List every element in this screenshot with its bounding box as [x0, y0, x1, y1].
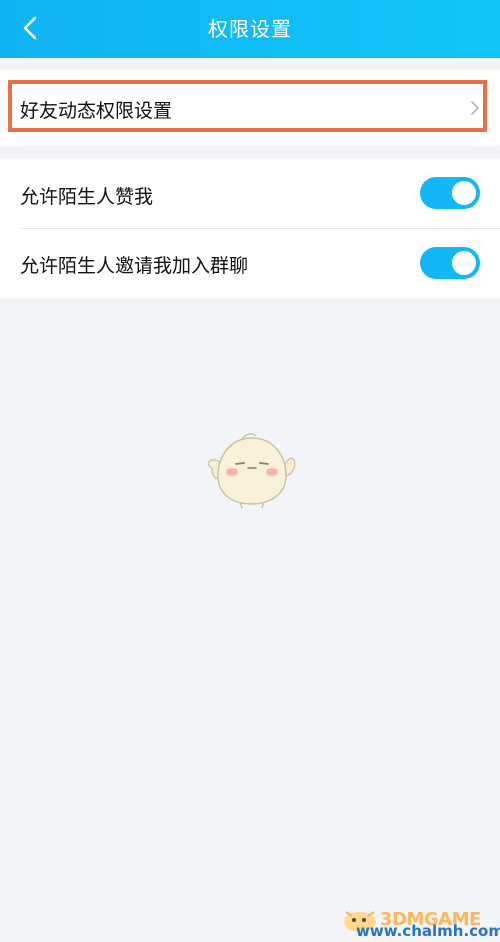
- chevron-right-icon: [471, 101, 479, 115]
- navigation-bar: 权限设置: [0, 0, 500, 58]
- allow-stranger-like-row: 允许陌生人赞我: [0, 158, 500, 228]
- toggle-knob: [452, 251, 476, 275]
- allow-stranger-like-label: 允许陌生人赞我: [20, 186, 154, 208]
- settings-group-stranger: 允许陌生人赞我 允许陌生人邀请我加入群聊: [0, 158, 500, 298]
- dynamic-permission-label: 好友动态权限设置: [20, 100, 173, 122]
- allow-stranger-invite-label: 允许陌生人邀请我加入群聊: [20, 255, 249, 277]
- settings-group-dynamic: 好友动态权限设置: [0, 70, 500, 146]
- allow-stranger-like-toggle[interactable]: [420, 177, 480, 209]
- toggle-knob: [452, 181, 476, 205]
- allow-stranger-invite-row: 允许陌生人邀请我加入群聊: [0, 229, 500, 298]
- page-title: 权限设置: [208, 17, 292, 41]
- allow-stranger-invite-toggle[interactable]: [420, 247, 480, 279]
- watermark-url: www.chalmh.com: [356, 922, 500, 940]
- penguin-mascot-icon: [207, 433, 296, 509]
- dynamic-permission-row[interactable]: 好友动态权限设置: [0, 70, 500, 146]
